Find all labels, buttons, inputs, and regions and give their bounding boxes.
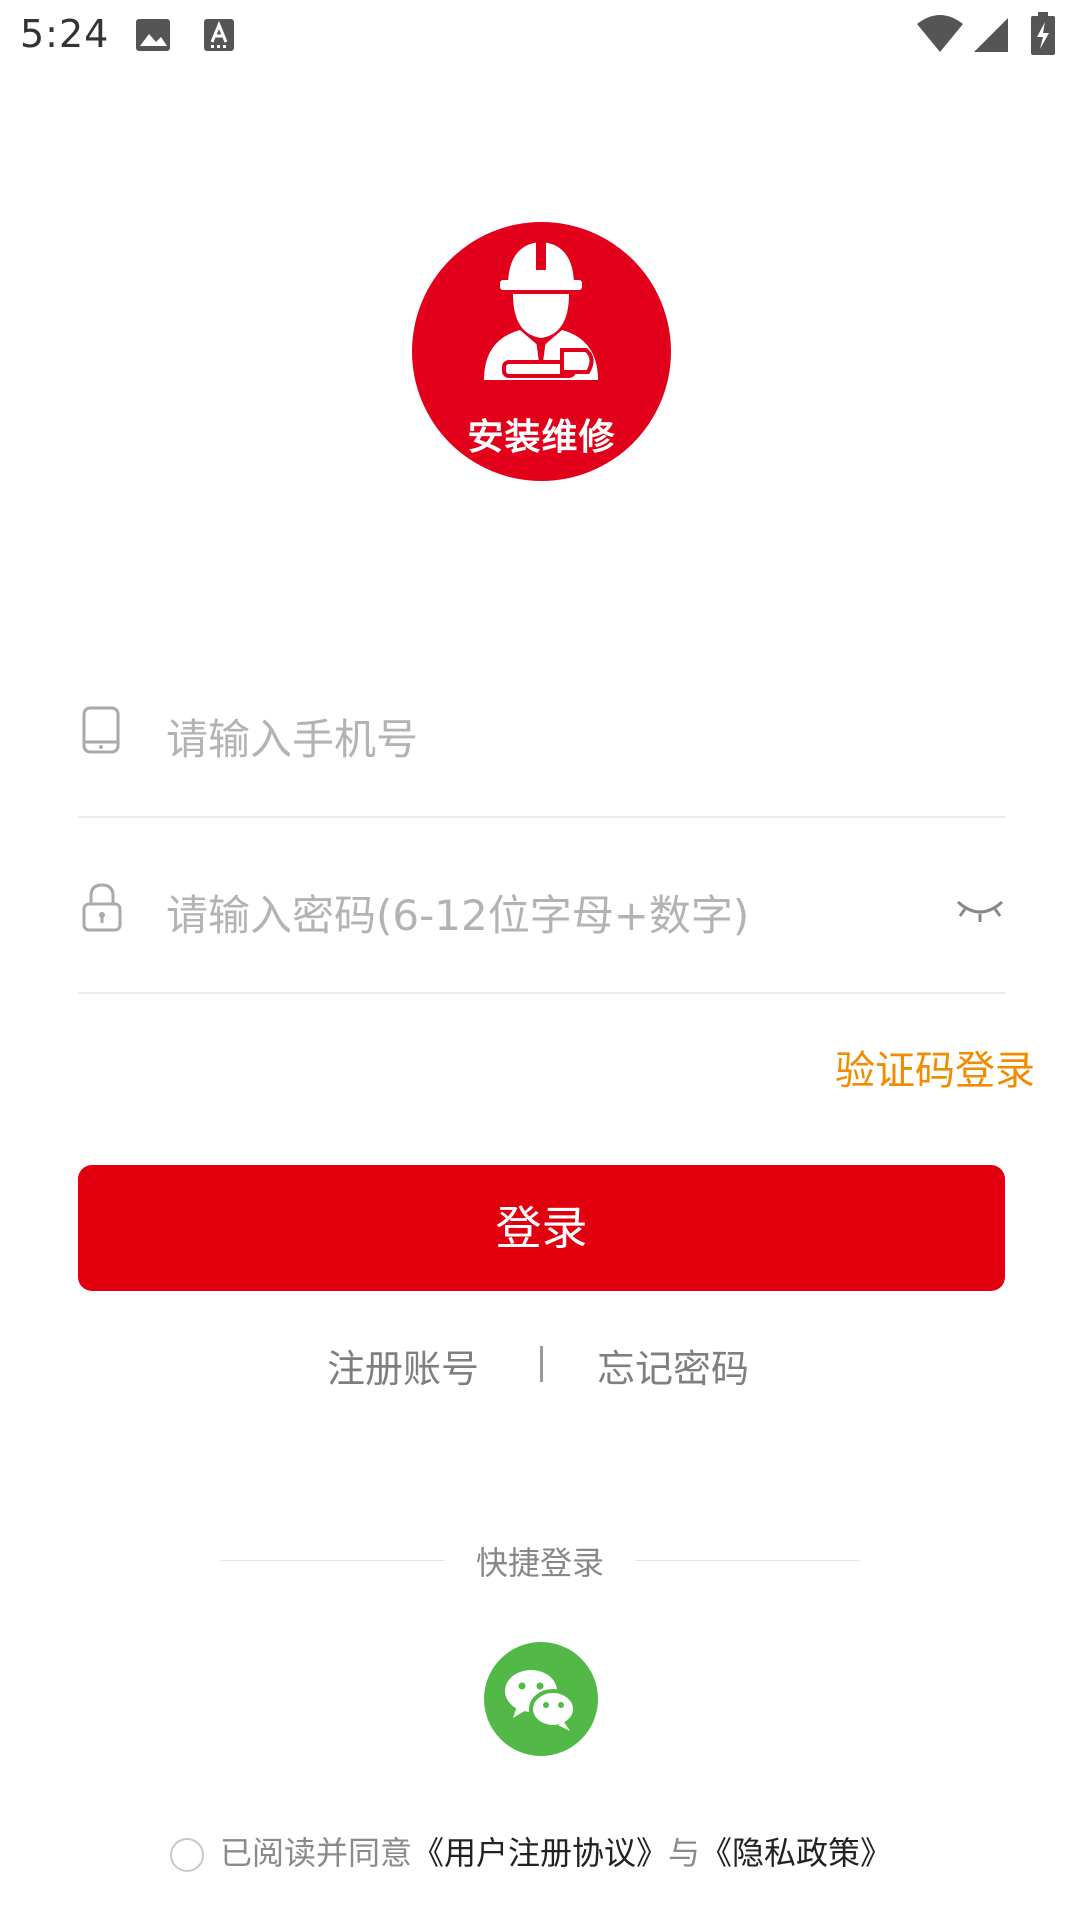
quick-login-label: 快捷登录	[475, 1544, 604, 1582]
wifi-icon	[915, 14, 965, 58]
status-bar: 5:24	[0, 0, 1080, 75]
sms-login-link[interactable]: 验证码登录	[835, 1038, 1035, 1096]
wechat-icon	[505, 1670, 577, 1731]
links-separator	[540, 1346, 543, 1382]
phone-icon	[82, 706, 120, 758]
phone-field[interactable]: 请输入手机号	[78, 640, 1005, 818]
forgot-password-link[interactable]: 忘记密码	[597, 1338, 749, 1393]
image-notification-icon	[135, 18, 171, 56]
password-field[interactable]: 请输入密码(6-12位字母+数字)	[78, 816, 1005, 994]
password-input[interactable]: 请输入密码(6-12位字母+数字)	[166, 882, 749, 943]
app-logo: 安装维修	[412, 222, 671, 481]
a-notification-icon	[203, 18, 235, 56]
user-agreement-link[interactable]: 《用户注册协议》	[412, 1834, 668, 1872]
agreement-prefix: 已阅读并同意	[220, 1834, 413, 1872]
status-time: 5:24	[20, 12, 110, 56]
phone-input[interactable]: 请输入手机号	[166, 706, 418, 767]
logo-text: 安装维修	[467, 417, 616, 458]
cellular-signal-icon	[972, 16, 1010, 58]
login-button[interactable]: 登录	[78, 1165, 1005, 1291]
quick-login-line-right	[635, 1560, 860, 1561]
agree-checkbox[interactable]	[170, 1838, 204, 1872]
register-link[interactable]: 注册账号	[327, 1338, 479, 1393]
agreement-and: 与	[668, 1834, 701, 1872]
wechat-login-button[interactable]	[484, 1642, 598, 1756]
battery-charging-icon	[1030, 12, 1056, 60]
eye-closed-icon[interactable]	[955, 896, 1005, 930]
lock-icon	[82, 882, 122, 936]
privacy-policy-link[interactable]: 《隐私政策》	[700, 1834, 892, 1872]
agreement: 已阅读并同意《用户注册协议》与《隐私政策》	[170, 1828, 892, 1874]
